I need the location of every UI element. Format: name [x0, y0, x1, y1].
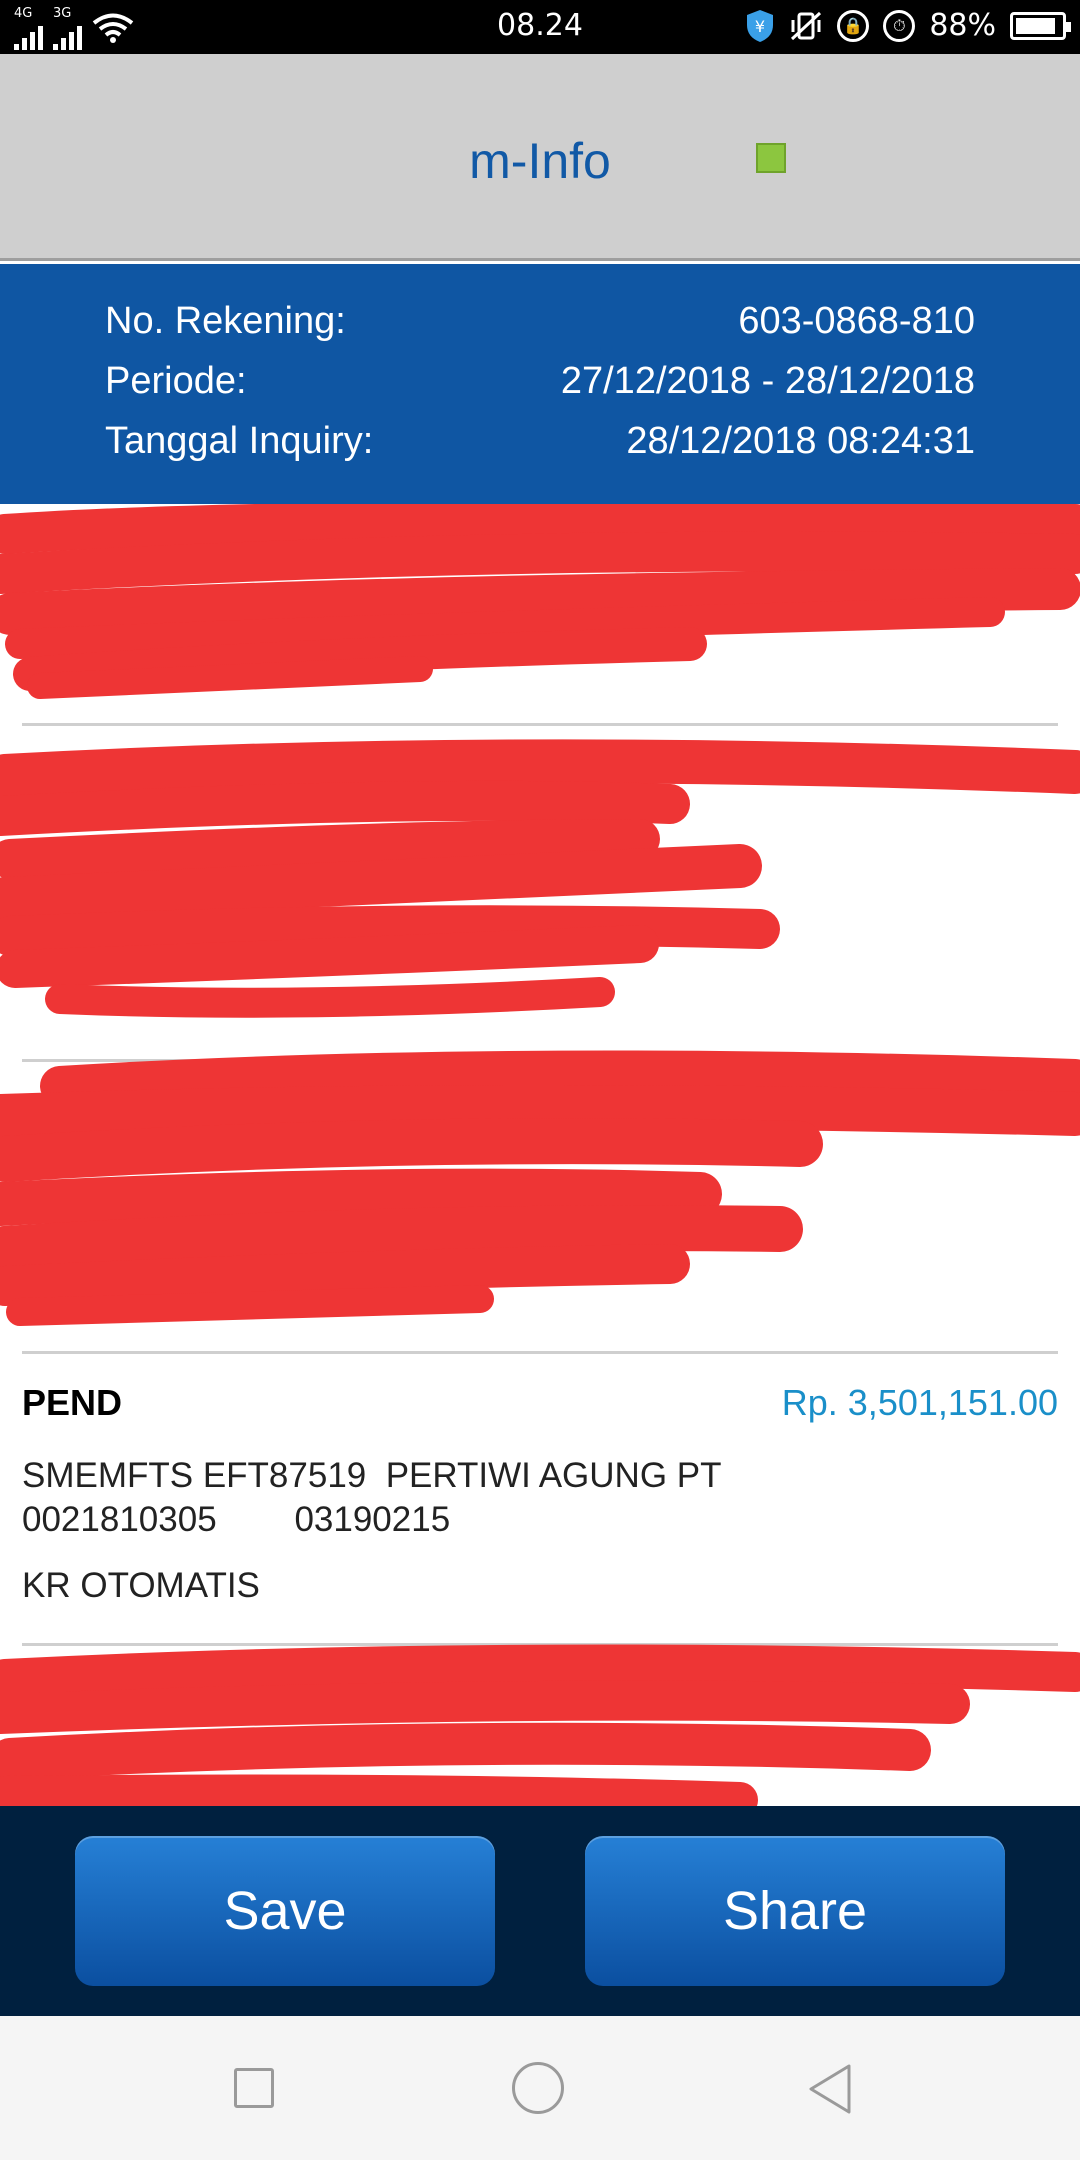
account-number-value: 603-0868-810: [738, 300, 975, 342]
battery-percent: 88%: [929, 8, 996, 43]
back-icon[interactable]: [805, 2062, 855, 2116]
vibrate-icon: [791, 11, 822, 40]
transaction-description-line-1: SMEMFTS EFT87519 PERTIWI AGUNG PT: [22, 1456, 722, 1495]
account-info-panel: No. Rekening: 603-0868-810 Periode: 27/1…: [0, 264, 1080, 504]
transaction-description-line-2: 0021810305 03190215: [22, 1500, 451, 1539]
share-button[interactable]: Share: [585, 1836, 1005, 1986]
action-bar: Save Share: [0, 1806, 1080, 2016]
battery-icon: [1010, 11, 1071, 40]
transaction-item-redacted[interactable]: [22, 504, 1058, 726]
recent-apps-icon[interactable]: [234, 2068, 274, 2108]
period-label: Periode:: [105, 360, 247, 402]
transaction-type: PEND: [22, 1382, 123, 1423]
transaction-note: KR OTOMATIS: [22, 1566, 260, 1605]
transaction-item[interactable]: PEND Rp. 3,501,151.00 SMEMFTS EFT87519 P…: [22, 1354, 1058, 1646]
status-bar: 4G 3G 08.24 ¥ 🔒 ⏱ 88%: [0, 0, 1080, 54]
transaction-item-redacted[interactable]: [22, 1062, 1058, 1354]
alarm-icon: ⏱: [883, 9, 916, 42]
transaction-amount: Rp. 3,501,151.00: [781, 1382, 1058, 1423]
connection-status-indicator: [756, 143, 786, 173]
period-row: Periode: 27/12/2018 - 28/12/2018: [105, 360, 975, 403]
inquiry-date-value: 28/12/2018 08:24:31: [626, 420, 975, 462]
app-header: m-Info: [0, 54, 1080, 261]
svg-text:¥: ¥: [755, 17, 765, 36]
home-icon[interactable]: [512, 2062, 564, 2114]
transaction-item-redacted[interactable]: [22, 726, 1058, 1062]
shield-icon: ¥: [747, 9, 774, 42]
page-title: m-Info: [469, 133, 611, 189]
account-number-label: No. Rekening:: [105, 300, 346, 342]
transaction-item-redacted[interactable]: [22, 1646, 1058, 1806]
account-number-row: No. Rekening: 603-0868-810: [105, 300, 975, 343]
system-nav-bar: [0, 2016, 1080, 2160]
transaction-list[interactable]: PEND Rp. 3,501,151.00 SMEMFTS EFT87519 P…: [0, 504, 1080, 1806]
inquiry-date-row: Tanggal Inquiry: 28/12/2018 08:24:31: [105, 420, 975, 463]
inquiry-date-label: Tanggal Inquiry:: [105, 420, 374, 462]
lock-rotation-icon: 🔒: [837, 9, 870, 42]
period-value: 27/12/2018 - 28/12/2018: [560, 360, 975, 402]
save-button[interactable]: Save: [75, 1836, 495, 1986]
